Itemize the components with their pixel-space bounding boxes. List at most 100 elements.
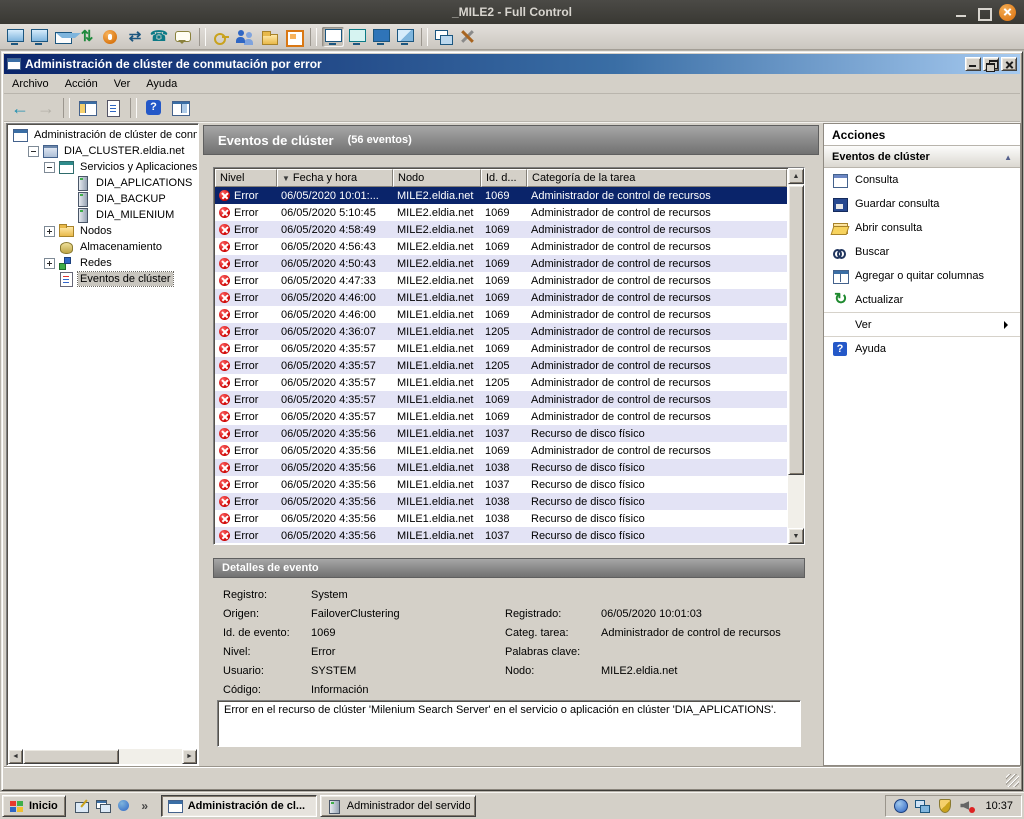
tray-network-icon[interactable] — [914, 797, 932, 815]
help-question-icon[interactable] — [142, 97, 166, 119]
dual-windows-icon[interactable] — [433, 27, 455, 47]
event-row[interactable]: Error 06/05/2020 4:36:07 MILE1.eldia.net… — [215, 323, 787, 340]
event-row[interactable]: Error 06/05/2020 4:58:49 MILE2.eldia.net… — [215, 221, 787, 238]
close-icon[interactable] — [1001, 57, 1017, 71]
info-icon[interactable] — [100, 27, 122, 47]
plus-icon[interactable] — [44, 226, 55, 237]
screenshot-box-icon[interactable] — [283, 27, 305, 47]
event-row[interactable]: Error 06/05/2020 4:35:56 MILE1.eldia.net… — [215, 476, 787, 493]
event-row[interactable]: Error 06/05/2020 5:10:45 MILE2.eldia.net… — [215, 204, 787, 221]
tray-shield-icon[interactable] — [936, 797, 954, 815]
event-row[interactable]: Error 06/05/2020 4:56:43 MILE2.eldia.net… — [215, 238, 787, 255]
scroll-left-icon[interactable] — [8, 749, 23, 764]
scrollbar-thumb[interactable] — [23, 749, 119, 764]
event-row[interactable]: Error 06/05/2020 4:50:43 MILE2.eldia.net… — [215, 255, 787, 272]
event-row[interactable]: Error 06/05/2020 4:35:57 MILE1.eldia.net… — [215, 357, 787, 374]
tree-expander-slot[interactable] — [44, 242, 55, 253]
tree-item[interactable]: DIA_APLICATIONS — [8, 175, 197, 191]
event-row[interactable]: Error 06/05/2020 4:35:56 MILE1.eldia.net… — [215, 493, 787, 510]
action-pane-icon[interactable] — [168, 97, 192, 119]
chevron-overflow-icon[interactable] — [136, 797, 154, 815]
menu-item[interactable]: Ayuda — [138, 76, 185, 92]
tree-expander-slot[interactable] — [44, 274, 55, 285]
event-row[interactable]: Error 06/05/2020 4:47:33 MILE2.eldia.net… — [215, 272, 787, 289]
horizontal-scrollbar[interactable] — [8, 749, 197, 764]
tree-expander-slot[interactable] — [60, 210, 71, 221]
action-item[interactable]: Guardar consulta — [824, 192, 1020, 216]
action-item[interactable]: Abrir consulta — [824, 216, 1020, 240]
tree-item[interactable]: Redes — [8, 255, 197, 271]
tree-item[interactable]: Administración de clúster de conmu — [8, 127, 197, 143]
column-header[interactable]: Categoría de la tarea — [527, 169, 787, 187]
menu-item[interactable]: Archivo — [4, 76, 57, 92]
column-header[interactable]: Fecha y hora — [277, 169, 393, 187]
event-row[interactable]: Error 06/05/2020 4:35:56 MILE1.eldia.net… — [215, 510, 787, 527]
menu-item[interactable]: Ver — [106, 76, 139, 92]
scale-window-icon[interactable] — [394, 27, 416, 47]
tree-expander-slot[interactable] — [60, 178, 71, 189]
vertical-scrollbar[interactable] — [788, 168, 804, 544]
export-list-icon[interactable] — [101, 97, 125, 119]
column-header[interactable]: Nivel — [215, 169, 277, 187]
actions-section-header[interactable]: Eventos de clúster — [824, 146, 1020, 168]
remote-monitor-icon[interactable] — [4, 27, 26, 47]
tree-item[interactable]: DIA_BACKUP — [8, 191, 197, 207]
taskbar-button[interactable]: Administración de cl... — [161, 795, 317, 817]
taskbar-button[interactable]: Administrador del servidor — [320, 795, 476, 817]
action-item[interactable]: Ver — [824, 312, 1020, 336]
plus-icon[interactable] — [44, 258, 55, 269]
minus-icon[interactable] — [28, 146, 39, 157]
column-header[interactable]: Nodo — [393, 169, 481, 187]
fit-screen-icon[interactable] — [346, 27, 368, 47]
smartcard-users-icon[interactable] — [235, 27, 257, 47]
event-row[interactable]: Error 06/05/2020 4:35:56 MILE1.eldia.net… — [215, 459, 787, 476]
scrollbar-thumb[interactable] — [788, 185, 804, 475]
event-row[interactable]: Error 06/05/2020 4:35:57 MILE1.eldia.net… — [215, 391, 787, 408]
monitor-solid-icon[interactable] — [370, 27, 392, 47]
phone-icon[interactable] — [148, 27, 170, 47]
menu-item[interactable]: Acción — [57, 76, 106, 92]
file-transfer-icon[interactable] — [259, 27, 281, 47]
tools-icon[interactable] — [457, 27, 479, 47]
send-message-icon[interactable] — [52, 27, 74, 47]
scroll-right-icon[interactable] — [182, 749, 197, 764]
tree-item[interactable]: Nodos — [8, 223, 197, 239]
chat-icon[interactable] — [172, 27, 194, 47]
tree-item[interactable]: Almacenamiento — [8, 239, 197, 255]
tree-item[interactable]: Eventos de clúster — [8, 271, 197, 287]
upload-arrows-icon[interactable] — [76, 27, 98, 47]
scroll-down-icon[interactable] — [788, 528, 804, 544]
show-desktop-icon[interactable] — [73, 797, 91, 815]
back-arrow-icon[interactable] — [8, 97, 32, 119]
column-header[interactable]: Id. d... — [481, 169, 527, 187]
scroll-up-icon[interactable] — [788, 168, 804, 184]
ctrl-alt-del-key-icon[interactable] — [211, 27, 233, 47]
tray-volume-muted-icon[interactable] — [958, 797, 976, 815]
event-row[interactable]: Error 06/05/2020 10:01:... MILE2.eldia.n… — [215, 187, 787, 204]
screen-sync-icon[interactable] — [124, 27, 146, 47]
monitor-settings-icon[interactable] — [28, 27, 50, 47]
media-icon[interactable] — [115, 797, 133, 815]
action-item[interactable]: Actualizar — [824, 288, 1020, 312]
event-row[interactable]: Error 06/05/2020 4:35:56 MILE1.eldia.net… — [215, 425, 787, 442]
minimize-icon[interactable] — [955, 6, 968, 19]
event-row[interactable]: Error 06/05/2020 4:35:56 MILE1.eldia.net… — [215, 442, 787, 459]
mmc-titlebar[interactable]: Administración de clúster de conmutación… — [4, 54, 1020, 74]
taskbar-clock[interactable]: 10:37 — [985, 800, 1013, 812]
window-switcher-icon[interactable] — [94, 797, 112, 815]
action-item[interactable]: Consulta — [824, 168, 1020, 192]
event-row[interactable]: Error 06/05/2020 4:35:57 MILE1.eldia.net… — [215, 340, 787, 357]
tree-item[interactable]: DIA_MILENIUM — [8, 207, 197, 223]
event-row[interactable]: Error 06/05/2020 4:35:57 MILE1.eldia.net… — [215, 408, 787, 425]
action-item[interactable]: Ayuda — [824, 336, 1020, 360]
console-tree-icon[interactable] — [75, 97, 99, 119]
event-row[interactable]: Error 06/05/2020 4:46:00 MILE1.eldia.net… — [215, 289, 787, 306]
collapse-icon[interactable] — [1004, 151, 1012, 163]
tray-globe-icon[interactable] — [892, 797, 910, 815]
event-row[interactable]: Error 06/05/2020 4:35:57 MILE1.eldia.net… — [215, 374, 787, 391]
action-item[interactable]: Buscar — [824, 240, 1020, 264]
forward-arrow-icon[interactable] — [34, 97, 58, 119]
tree-item[interactable]: DIA_CLUSTER.eldia.net — [8, 143, 197, 159]
event-row[interactable]: Error 06/05/2020 4:46:00 MILE1.eldia.net… — [215, 306, 787, 323]
maximize-icon[interactable] — [977, 6, 990, 19]
